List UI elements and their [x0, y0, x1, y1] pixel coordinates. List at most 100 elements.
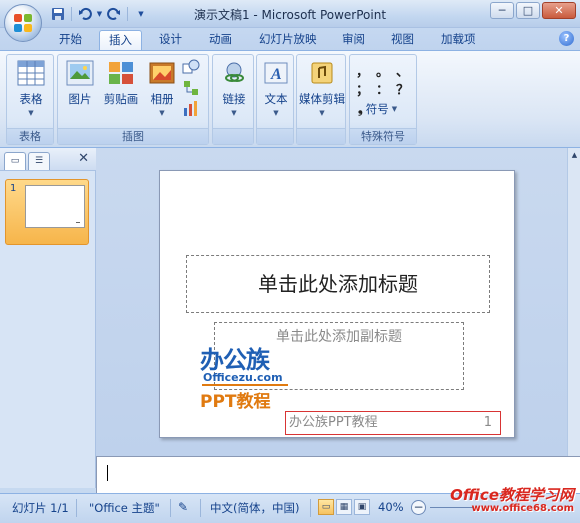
clipart-button[interactable]: 剪贴画 — [101, 58, 141, 128]
pane-tabs: ▭ ☰ ✕ — [0, 148, 96, 171]
symbol-semicolon[interactable]: ； — [356, 79, 369, 98]
close-icon[interactable]: ✕ — [78, 151, 89, 166]
watermark-line3: PPT教程 — [200, 392, 271, 412]
text-caret — [107, 465, 108, 481]
group-label-text — [257, 128, 293, 144]
symbol-comma[interactable]: ， — [356, 61, 369, 80]
title-placeholder[interactable]: 单击此处添加标题 — [186, 255, 490, 313]
symbol-button[interactable]: ❟ 符号 ▼ — [358, 101, 397, 117]
clipart-button-label: 剪贴画 — [103, 92, 139, 106]
chevron-down-icon: ▼ — [391, 105, 398, 113]
clipart-icon — [107, 60, 135, 88]
photo-album-button[interactable]: 相册 ▼ — [142, 58, 182, 128]
slides-tab-icon[interactable]: ▭ — [4, 152, 26, 170]
tab-home[interactable]: 开始 — [50, 30, 91, 50]
scroll-up-icon[interactable]: ▲ — [569, 149, 580, 161]
ribbon: 表格 ▼ 表格 图片 剪贴画 相册 ▼ 插图 链接 ▼ A 文本 ▼ 媒体剪辑 … — [0, 50, 580, 148]
symbol-question[interactable]: ？ — [396, 79, 409, 98]
title-bar: ▼ ▼ 演示文稿1 - Microsoft PowerPoint ─ □ ✕ — [0, 0, 580, 28]
group-links: 链接 ▼ — [212, 54, 254, 145]
chevron-down-icon: ▼ — [273, 109, 279, 117]
separator — [310, 499, 311, 517]
slides-pane: ▭ ☰ ✕ 1 — [0, 148, 96, 488]
normal-view-icon[interactable]: ▭ — [318, 499, 334, 515]
tab-insert[interactable]: 插入 — [99, 30, 142, 50]
watermark-line1: 办公族 — [200, 346, 270, 374]
table-button-label: 表格 — [19, 92, 43, 106]
separator — [200, 499, 201, 517]
group-label-table: 表格 — [7, 128, 53, 144]
tab-slideshow[interactable]: 幻灯片放映 — [250, 30, 326, 50]
watermark-logo: 办公族 Officezu.com PPT教程 — [200, 340, 290, 412]
group-label-media — [297, 128, 345, 144]
window-controls: ─ □ ✕ — [490, 2, 576, 19]
chart-icon[interactable] — [182, 99, 200, 117]
media-clip-button-label: 媒体剪辑 — [299, 92, 345, 106]
group-label-links — [213, 128, 253, 144]
zoom-out-icon[interactable]: − — [411, 500, 426, 515]
separator — [76, 499, 77, 517]
ribbon-tabs: 开始 插入 设计 动画 幻灯片放映 审阅 视图 加载项 — [0, 28, 580, 50]
group-table: 表格 ▼ 表格 — [6, 54, 54, 145]
group-special-symbols: ， 。 、 ； ： ？ ❟ 符号 ▼ 特殊符号 — [349, 54, 417, 145]
office-button[interactable] — [4, 4, 42, 42]
picture-button-label: 图片 — [68, 92, 92, 106]
vertical-scrollbar[interactable]: ▲ — [567, 148, 580, 456]
maximize-button[interactable]: □ — [516, 2, 540, 19]
picture-icon — [66, 60, 94, 88]
watermark-line2: Officezu.com — [203, 371, 283, 384]
slide-thumbnail-selected[interactable]: 1 — [5, 179, 89, 245]
slide-thumbnail-number: 1 — [10, 183, 17, 194]
site-watermark: Office教程学习网 www.office68.com — [450, 484, 574, 514]
site-watermark-title: Office教程学习网 — [450, 486, 574, 504]
link-button-label: 链接 — [222, 92, 246, 106]
slide-number-text: 1 — [483, 415, 492, 430]
spellcheck-icon[interactable]: ✎ — [178, 500, 188, 514]
status-theme: "Office 主题" — [89, 501, 160, 515]
zoom-level[interactable]: 40% — [378, 500, 404, 514]
link-button[interactable]: 链接 ▼ — [214, 58, 254, 128]
photo-album-button-label: 相册 — [150, 92, 174, 106]
tab-addins[interactable]: 加载项 — [432, 30, 485, 50]
tab-design[interactable]: 设计 — [150, 30, 191, 50]
symbol-button-label: 符号 — [365, 102, 389, 116]
shapes-icon[interactable] — [182, 59, 200, 77]
minimize-button[interactable]: ─ — [490, 2, 514, 19]
chevron-down-icon: ▼ — [28, 109, 34, 117]
slide-sorter-icon[interactable]: ▦ — [336, 499, 352, 515]
text-button-label: 文本 — [264, 92, 288, 106]
picture-button[interactable]: 图片 — [60, 58, 100, 128]
status-slide-info: 幻灯片 1/1 — [12, 501, 69, 515]
help-icon[interactable]: ? — [559, 31, 574, 46]
outline-tab-icon[interactable]: ☰ — [28, 152, 50, 170]
svg-text:A: A — [270, 66, 282, 83]
watermark-divider — [202, 384, 288, 386]
tab-animation[interactable]: 动画 — [200, 30, 241, 50]
text-icon: A — [262, 60, 290, 88]
slide-thumbnail — [25, 185, 85, 228]
status-language[interactable]: 中文(简体，中国) — [210, 500, 299, 516]
chevron-down-icon: ▼ — [159, 109, 165, 117]
symbol-period[interactable]: 。 — [376, 61, 389, 80]
group-illustrations: 图片 剪贴画 相册 ▼ 插图 — [57, 54, 209, 145]
symbol-icon: ❟ — [358, 101, 363, 116]
table-button[interactable]: 表格 ▼ — [11, 58, 51, 128]
office-logo-icon — [14, 14, 32, 32]
link-icon — [220, 60, 248, 88]
media-clip-button[interactable]: 媒体剪辑 ▼ — [297, 58, 347, 128]
smartart-icon[interactable] — [182, 79, 200, 97]
symbol-colon[interactable]: ： — [376, 79, 389, 98]
chevron-down-icon: ▼ — [319, 109, 325, 117]
close-button[interactable]: ✕ — [542, 2, 576, 19]
slideshow-view-icon[interactable]: ▣ — [354, 499, 370, 515]
tab-review[interactable]: 审阅 — [333, 30, 374, 50]
symbol-enum-comma[interactable]: 、 — [396, 61, 409, 80]
table-icon — [17, 60, 45, 88]
footer-placeholder[interactable]: 办公族PPT教程 1 — [285, 411, 501, 435]
chevron-down-icon: ▼ — [231, 109, 237, 117]
group-label-illustrations: 插图 — [58, 128, 208, 144]
group-media: 媒体剪辑 ▼ — [296, 54, 346, 145]
tab-view[interactable]: 视图 — [382, 30, 423, 50]
text-button[interactable]: A 文本 ▼ — [256, 58, 296, 128]
separator — [170, 499, 171, 517]
